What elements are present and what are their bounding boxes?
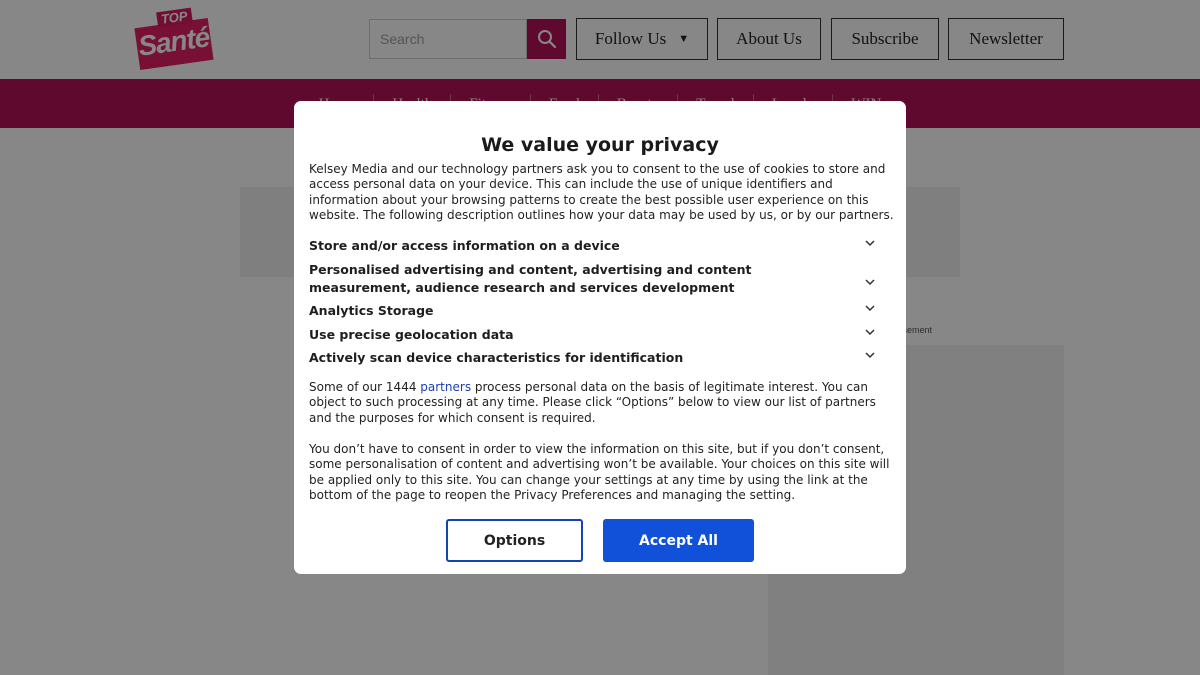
purpose-label: Store and/or access information on a dev… bbox=[309, 238, 620, 253]
accept-all-button[interactable]: Accept All bbox=[603, 519, 754, 562]
purpose-personalised-advertising[interactable]: Personalised advertising and content, ad… bbox=[309, 261, 889, 296]
purpose-label: Use precise geolocation data bbox=[309, 327, 514, 342]
purpose-geolocation[interactable]: Use precise geolocation data bbox=[309, 326, 889, 344]
privacy-consent-dialog: We value your privacy Kelsey Media and o… bbox=[294, 101, 906, 574]
chevron-down-icon bbox=[865, 240, 875, 247]
chevron-down-icon bbox=[865, 352, 875, 359]
purpose-analytics-storage[interactable]: Analytics Storage bbox=[309, 302, 889, 320]
chevron-down-icon bbox=[865, 279, 875, 286]
options-button[interactable]: Options bbox=[446, 519, 583, 562]
purpose-device-scan[interactable]: Actively scan device characteristics for… bbox=[309, 349, 889, 367]
intro-text: Kelsey Media and our technology partners… bbox=[309, 162, 894, 223]
legitimate-interest-text: Some of our 1444 partners process person… bbox=[309, 380, 894, 426]
purpose-label: Analytics Storage bbox=[309, 303, 434, 318]
purpose-label: Personalised advertising and content, ad… bbox=[309, 262, 752, 295]
purpose-store-access[interactable]: Store and/or access information on a dev… bbox=[309, 237, 889, 255]
legit-text-before: Some of our 1444 bbox=[309, 380, 421, 394]
no-consent-text: You don’t have to consent in order to vi… bbox=[309, 442, 890, 503]
chevron-down-icon bbox=[865, 305, 875, 312]
partners-link[interactable]: partners bbox=[420, 380, 471, 394]
purpose-label: Actively scan device characteristics for… bbox=[309, 350, 684, 365]
chevron-down-icon bbox=[865, 329, 875, 336]
dialog-title: We value your privacy bbox=[481, 134, 719, 156]
